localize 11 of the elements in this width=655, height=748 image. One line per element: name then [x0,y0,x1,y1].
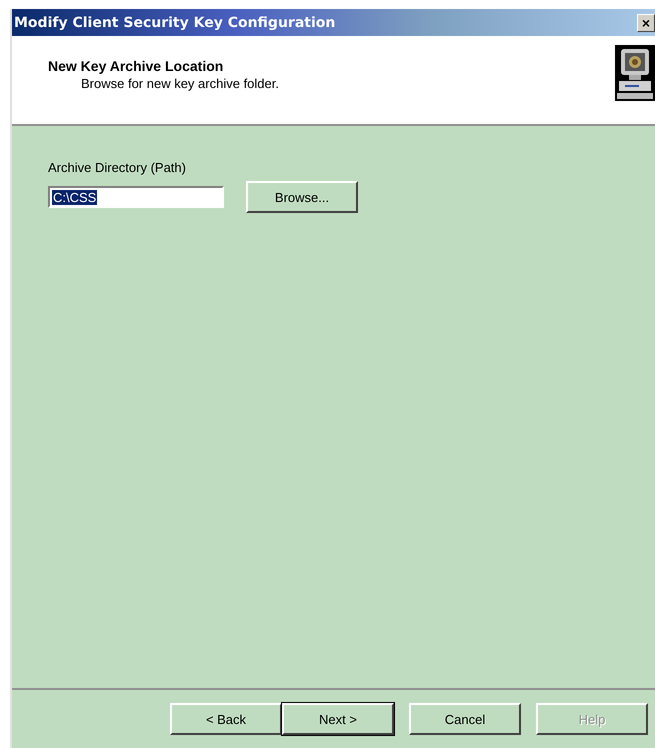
wizard-button[interactable]: < Back [170,703,282,735]
page-subtitle: Browse for new key archive folder. [80,76,279,91]
archive-directory-field[interactable]: C:\CSS [48,186,224,208]
browse-button[interactable]: Browse... [246,181,358,213]
computer-icon [615,45,655,101]
page-title: New Key Archive Location [48,58,224,74]
wizard-button[interactable]: Cancel [409,703,521,735]
close-button[interactable]: × [637,14,655,32]
wizard-button[interactable]: Next > [282,703,394,735]
window-title: Modify Client Security Key Configuration [14,14,336,30]
archive-directory-label: Archive Directory (Path) [48,160,187,175]
